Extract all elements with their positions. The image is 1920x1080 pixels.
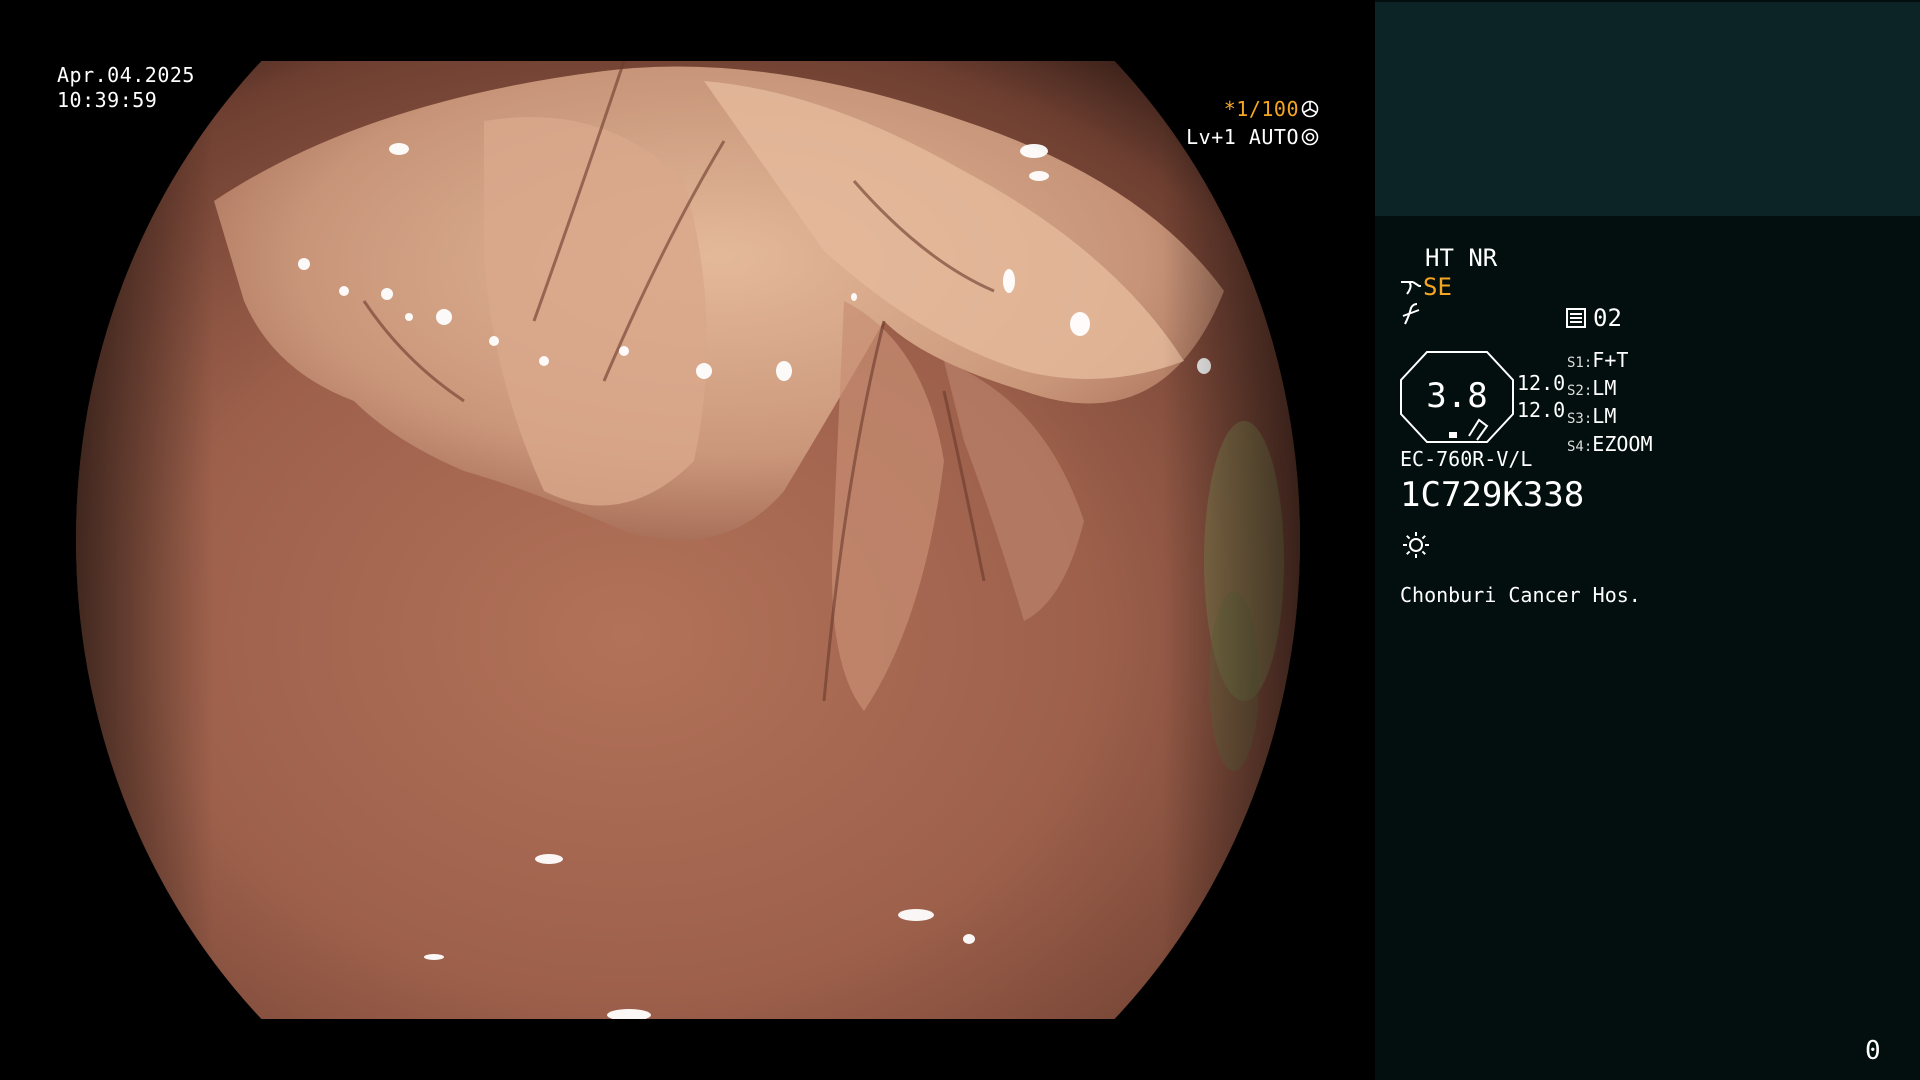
shutter-speed-text: 1/100 (1236, 97, 1299, 121)
gauge-side-top: 12.0 (1517, 371, 1566, 395)
scope-serial: 1C729K338 (1400, 475, 1585, 515)
brightness-level-overlay: Lv+1 AUTO (1186, 125, 1319, 150)
switch-row: S4:EZOOM (1567, 432, 1653, 460)
freeze-icon (1402, 303, 1420, 325)
hospital-name: Chonburi Cancer Hos. (1400, 583, 1641, 607)
iris-icon (1301, 128, 1319, 146)
switch-key: S1: (1567, 355, 1593, 371)
shutter-icon (1301, 100, 1319, 118)
datetime-overlay: Apr.04.2025 10:39:59 (57, 63, 195, 113)
switch-row: S2:LM (1567, 376, 1653, 404)
switch-value: LM (1592, 376, 1617, 400)
scope-model: EC-760R-V/L (1400, 447, 1533, 471)
structure-mode-text: SE (1423, 273, 1452, 301)
switch-value: EZOOM (1592, 432, 1653, 456)
image-counter: 0 (1865, 1036, 1881, 1066)
memory-icon (1566, 308, 1586, 328)
shutter-prefix: * (1223, 97, 1237, 121)
time-text: 10:39:59 (57, 88, 158, 112)
switch-key: S2: (1567, 383, 1593, 399)
switch-row: S3:LM (1567, 404, 1653, 432)
level-text: Lv+1 AUTO (1186, 125, 1299, 149)
gauge-value: 3.8 (1426, 376, 1488, 416)
freeze-row (1399, 302, 1423, 333)
shutter-overlay: *1/100 (1224, 97, 1319, 122)
info-panel: HT NR SE 02 3.8 12.0 12.0 S1:F+T S2:LM S… (1375, 0, 1920, 1080)
enhancement-mode: HT NR (1425, 244, 1498, 272)
structure-mode-row: SE (1399, 274, 1452, 300)
switch-value: LM (1592, 404, 1617, 428)
scope-switches: S1:F+T S2:LM S3:LM S4:EZOOM (1567, 348, 1653, 460)
endoscopic-image-svg (76, 60, 1300, 1021)
switch-key: S3: (1567, 411, 1593, 427)
switch-row: S1:F+T (1567, 348, 1653, 376)
gauge-side-bottom: 12.0 (1517, 398, 1566, 422)
magnification-gauge: 3.8 (1399, 350, 1515, 444)
date-text: Apr.04.2025 (57, 63, 195, 87)
patient-info-area (1375, 2, 1920, 216)
structure-enhance-icon (1401, 281, 1421, 295)
switch-key: S4: (1567, 439, 1593, 455)
endoscope-view: Apr.04.2025 10:39:59 *1/100 Lv+1 AUTO (0, 0, 1375, 1080)
light-source-icon (1401, 530, 1431, 564)
gauge-side-values: 12.0 12.0 (1517, 370, 1565, 424)
switch-value: F+T (1592, 348, 1629, 372)
memory-row: 02 (1565, 305, 1622, 331)
memory-slot-text: 02 (1593, 304, 1622, 332)
endoscopic-image (76, 60, 1300, 1021)
